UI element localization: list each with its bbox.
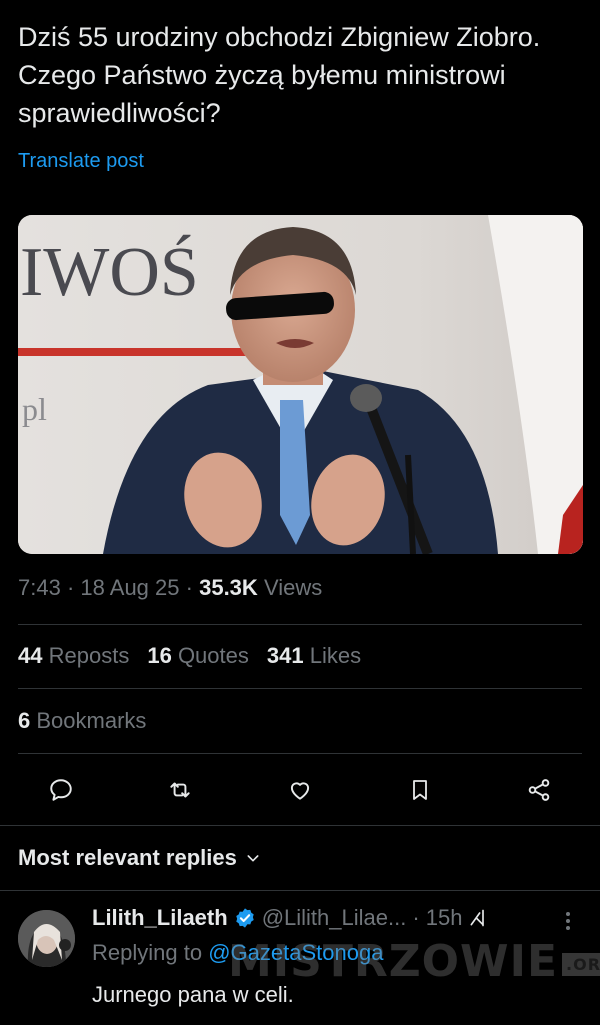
divider	[18, 688, 582, 689]
divider	[18, 753, 582, 754]
quotes-count: 16	[147, 643, 172, 668]
image-background-small-text: pl	[22, 391, 47, 427]
replies-header-label: Most relevant replies	[18, 845, 237, 870]
likes-label: Likes	[309, 643, 362, 668]
quotes-stat[interactable]: 16 Quotes	[147, 643, 249, 669]
replies-sort-dropdown[interactable]: Most relevant replies	[18, 845, 261, 871]
avatar[interactable]	[18, 910, 75, 967]
post-meta: 7:43 · 18 Aug 25 · 35.3K Views	[18, 575, 322, 601]
grok-icon[interactable]	[468, 907, 488, 929]
like-icon	[290, 782, 310, 800]
reply-time[interactable]: · 15h	[412, 905, 462, 931]
chevron-down-icon	[247, 855, 259, 862]
views-count: 35.3K	[199, 575, 258, 600]
reposts-count: 44	[18, 643, 43, 668]
divider	[0, 825, 600, 826]
more-icon	[566, 912, 570, 930]
post-photo: IWOŚ pl	[18, 215, 583, 554]
reply-item[interactable]: Lilith_Lilaeth @Lilith_Lilae... · 15h Re…	[0, 900, 600, 1025]
replying-to-label: Replying to	[92, 940, 203, 965]
likes-stat[interactable]: 341 Likes	[267, 643, 361, 669]
reposts-stat[interactable]: 44 Reposts	[18, 643, 129, 669]
more-options-button[interactable]	[558, 908, 578, 934]
bookmark-button[interactable]	[400, 770, 440, 810]
reply-author-name[interactable]: Lilith_Lilaeth	[92, 905, 228, 931]
divider	[0, 890, 600, 891]
bookmarks-label: Bookmarks	[36, 708, 147, 733]
translate-post-link[interactable]: Translate post	[18, 150, 144, 173]
quotes-label: Quotes	[177, 643, 249, 668]
share-button[interactable]	[519, 770, 559, 810]
bookmarks-stat[interactable]: 6 Bookmarks	[18, 708, 146, 734]
share-icon	[528, 779, 550, 801]
action-bar	[0, 770, 600, 810]
reply-header: Lilith_Lilaeth @Lilith_Lilae... · 15h	[92, 905, 488, 931]
verified-badge-icon	[235, 908, 254, 928]
repost-icon	[170, 782, 190, 798]
likes-count: 341	[266, 643, 304, 668]
repost-button[interactable]	[160, 770, 200, 810]
post-date[interactable]: 18 Aug 25	[80, 575, 179, 600]
post-stats: 44 Reposts 16 Quotes 341 Likes	[18, 643, 361, 669]
image-background-text: IWOŚ	[20, 234, 199, 311]
avatar-image	[18, 910, 75, 967]
watermark-suffix: .ORG	[562, 952, 600, 976]
bookmark-icon	[413, 780, 427, 800]
reply-author-handle[interactable]: @Lilith_Lilae...	[262, 905, 407, 931]
post-image[interactable]: IWOŚ pl	[18, 215, 583, 554]
replying-to: Replying to @GazetaStonoga	[92, 940, 383, 966]
reply-icon	[50, 779, 72, 801]
views-label: Views	[263, 575, 323, 600]
reply-text: Jurnego pana w celi.	[92, 982, 294, 1007]
reposts-label: Reposts	[48, 643, 130, 668]
meta-separator: ·	[185, 575, 193, 600]
divider	[18, 624, 582, 625]
meta-separator: ·	[66, 575, 75, 600]
post-text: Dziś 55 urodziny obchodzi Zbigniew Ziobr…	[18, 22, 541, 128]
reply-button[interactable]	[41, 770, 81, 810]
like-button[interactable]	[280, 770, 320, 810]
bookmarks-count: 6	[18, 708, 31, 733]
post-time[interactable]: 7:43	[18, 575, 61, 600]
replying-to-mention[interactable]: @GazetaStonoga	[208, 940, 383, 965]
